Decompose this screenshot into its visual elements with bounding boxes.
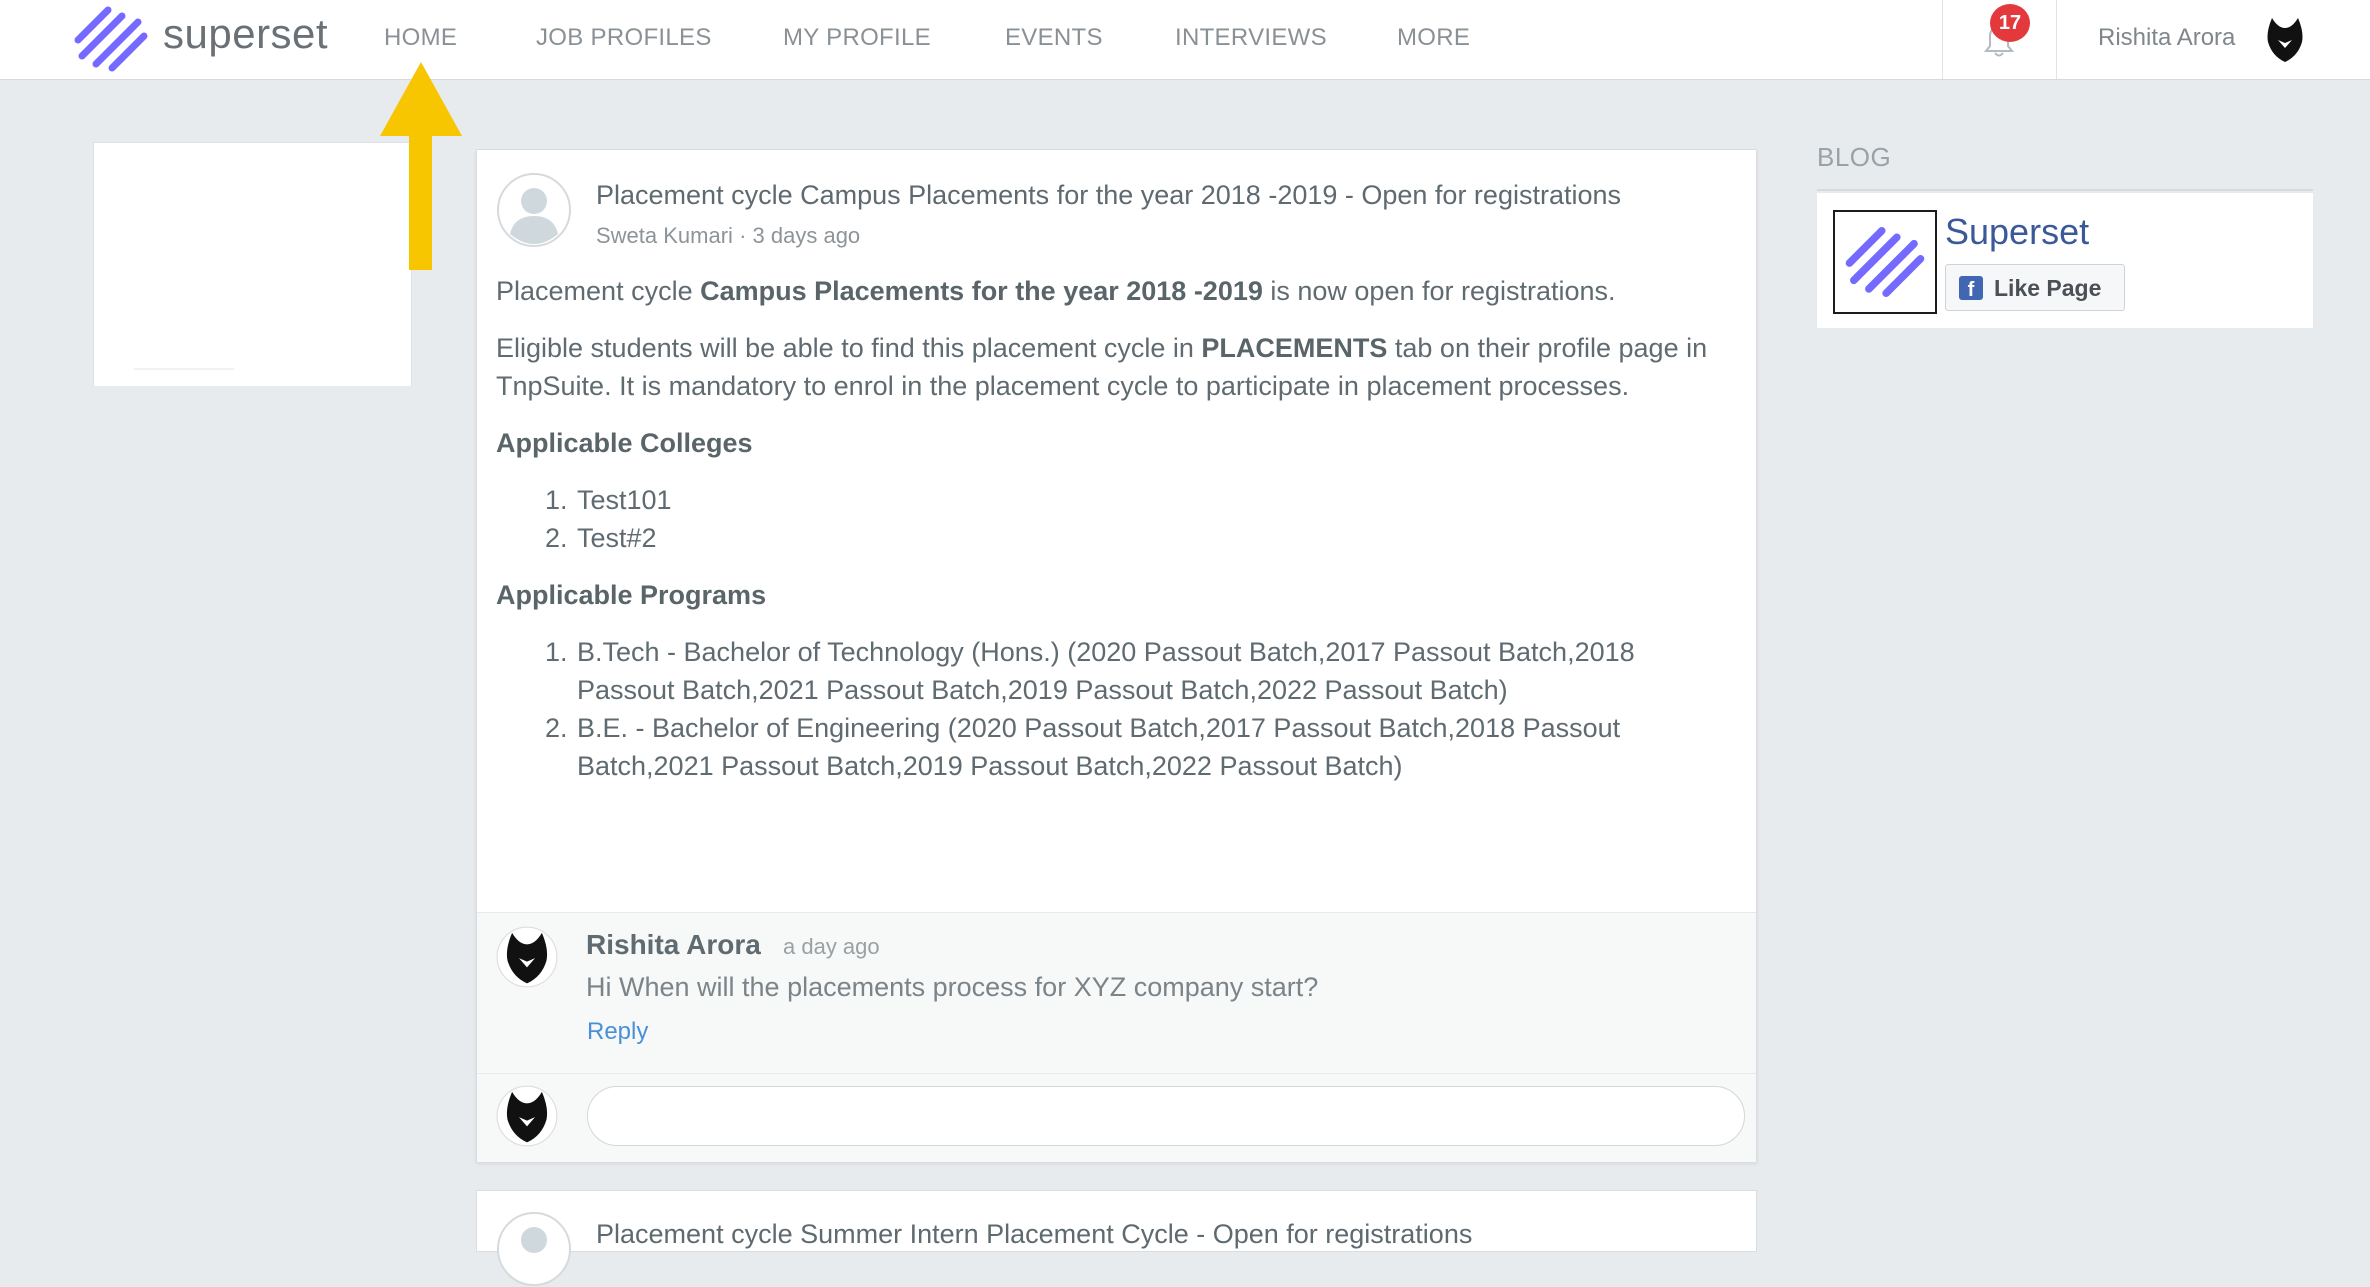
- list-item: Test101: [575, 481, 1736, 519]
- colleges-heading: Applicable Colleges: [496, 428, 753, 458]
- nav-divider: [2056, 0, 2057, 79]
- programs-heading: Applicable Programs: [496, 580, 767, 610]
- post-card: Placement cycle Campus Placements for th…: [476, 149, 1757, 1162]
- post-intro: Placement cycle Campus Placements for th…: [496, 276, 1616, 306]
- brand-name[interactable]: superset: [163, 10, 328, 58]
- nav-job-profiles[interactable]: JOB PROFILES: [536, 24, 712, 52]
- default-avatar-icon: [497, 1212, 571, 1286]
- post-meta: Sweta Kumari · 3 days ago: [596, 223, 860, 249]
- like-page-button[interactable]: f Like Page: [1945, 264, 2125, 311]
- meta-separator: ·: [739, 223, 753, 248]
- notification-badge[interactable]: 17: [1990, 4, 2030, 42]
- post-eligibility: Eligible students will be able to find t…: [496, 333, 1708, 401]
- post-title[interactable]: Placement cycle Summer Intern Placement …: [596, 1219, 1472, 1250]
- divider: [1817, 189, 2313, 191]
- colleges-list: Test101 Test#2: [496, 481, 1736, 557]
- blog-heading: BLOG: [1817, 142, 1892, 172]
- facebook-page-name[interactable]: Superset: [1945, 211, 2089, 253]
- reply-link[interactable]: Reply: [587, 1018, 648, 1046]
- nav-interviews[interactable]: INTERVIEWS: [1175, 24, 1327, 52]
- default-avatar-icon: [497, 173, 571, 247]
- post-body: Placement cycle Campus Placements for th…: [496, 272, 1736, 804]
- facebook-icon: f: [1959, 276, 1983, 300]
- user-avatar-icon[interactable]: [2258, 12, 2312, 66]
- nav-user-name[interactable]: Rishita Arora: [2098, 24, 2235, 52]
- superset-logo-icon[interactable]: [72, 4, 150, 74]
- like-page-label: Like Page: [1994, 275, 2102, 301]
- current-user-avatar-icon: [496, 1085, 558, 1147]
- nav-divider: [1942, 0, 1943, 79]
- post-time: 3 days ago: [752, 223, 861, 248]
- list-item: Test#2: [575, 519, 1736, 557]
- nav-more[interactable]: MORE: [1397, 24, 1470, 52]
- superset-logo-icon: [1845, 227, 1925, 297]
- comment-author[interactable]: Rishita Arora: [586, 929, 761, 961]
- nav-home[interactable]: HOME: [384, 24, 457, 52]
- comment-section: Rishita Arora a day ago Hi When will the…: [477, 912, 1756, 1162]
- list-item: B.Tech - Bachelor of Technology (Hons.) …: [575, 633, 1736, 709]
- post-title[interactable]: Placement cycle Campus Placements for th…: [596, 180, 1621, 211]
- comment-text: Hi When will the placements process for …: [586, 972, 1319, 1002]
- programs-list: B.Tech - Bachelor of Technology (Hons.) …: [496, 633, 1736, 785]
- comment-time: a day ago: [783, 934, 880, 959]
- nav-my-profile[interactable]: MY PROFILE: [783, 24, 931, 52]
- left-profile-card: [93, 142, 412, 386]
- list-item: B.E. - Bachelor of Engineering (2020 Pas…: [575, 709, 1736, 785]
- top-navbar: superset HOME JOB PROFILES MY PROFILE EV…: [0, 0, 2370, 80]
- post-author[interactable]: Sweta Kumari: [596, 223, 733, 248]
- facebook-page-widget: Superset f Like Page: [1817, 193, 2313, 328]
- annotation-arrow-icon: [380, 62, 462, 270]
- commenter-avatar-icon: [496, 926, 558, 988]
- divider: [134, 368, 234, 370]
- reply-row: [477, 1073, 1756, 1163]
- post-card: Placement cycle Summer Intern Placement …: [476, 1190, 1757, 1286]
- page-thumbnail[interactable]: [1833, 210, 1937, 314]
- nav-events[interactable]: EVENTS: [1005, 24, 1103, 52]
- comment-input[interactable]: [587, 1086, 1745, 1146]
